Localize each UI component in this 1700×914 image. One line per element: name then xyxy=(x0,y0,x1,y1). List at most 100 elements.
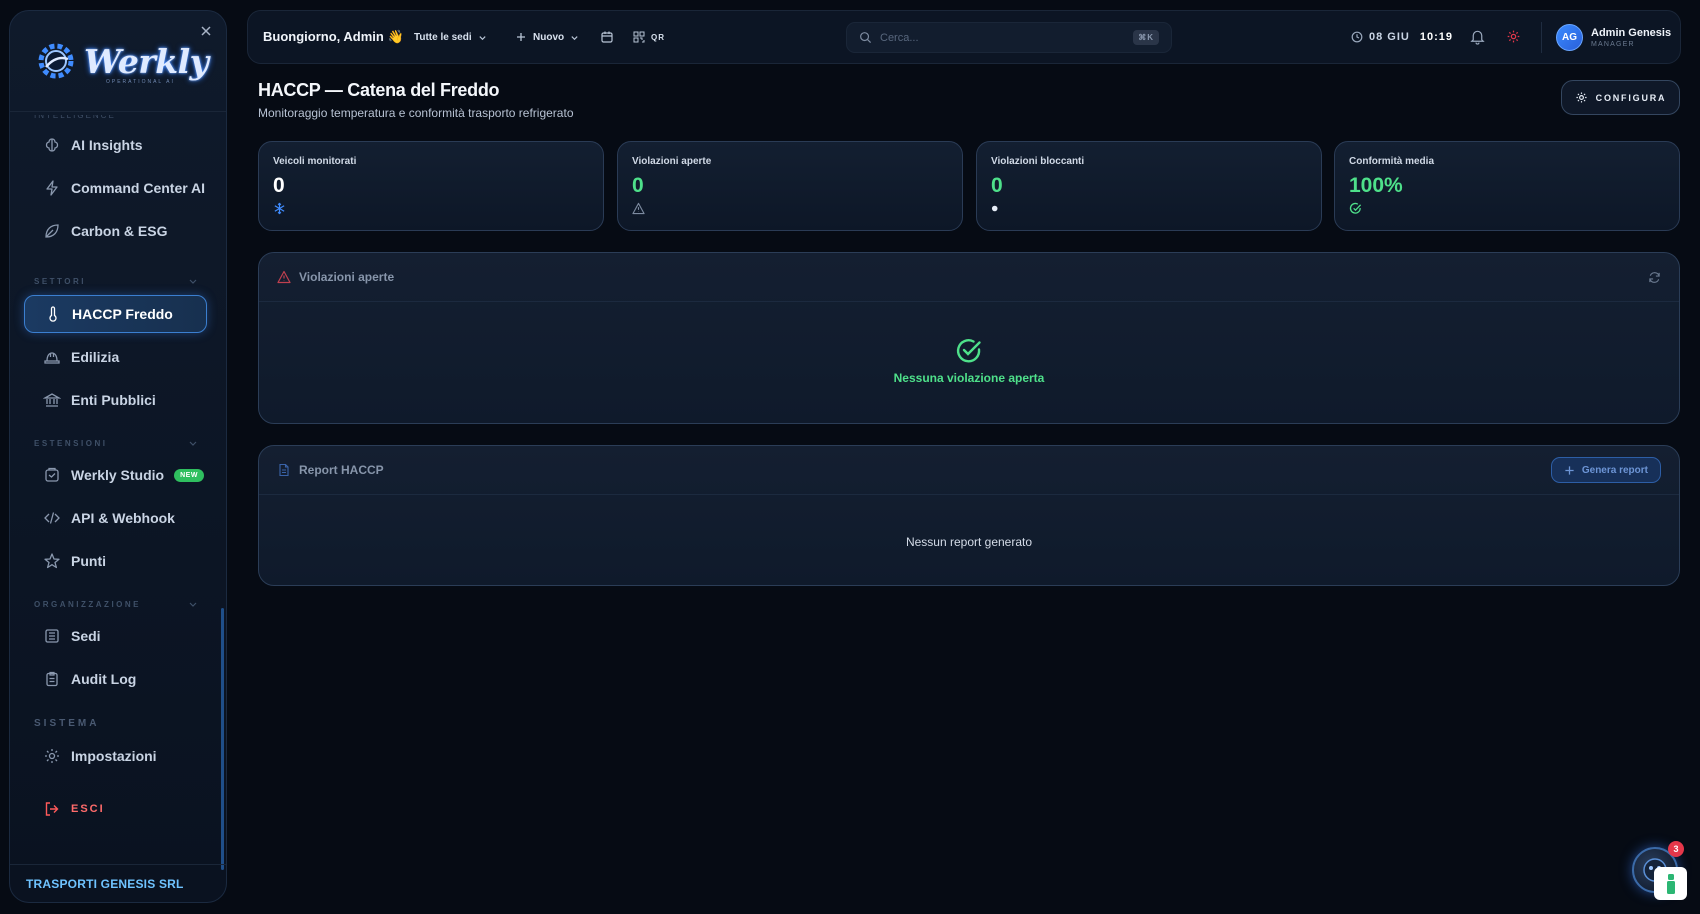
new-badge: NEW xyxy=(174,468,204,482)
sidebar-item-label: Werkly Studio xyxy=(71,467,165,483)
sidebar-item-enti-pubblici[interactable]: Enti Pubblici xyxy=(24,381,207,419)
logo-subtitle: OPERATIONAL AI xyxy=(106,79,175,85)
werkly-logo[interactable]: Werkly xyxy=(32,37,209,85)
extension-widget[interactable] xyxy=(1654,867,1687,900)
settings-gear-icon[interactable] xyxy=(1506,29,1521,44)
stat-card-compliance: Conformità media 100% xyxy=(1334,141,1680,231)
sidebar-item-label: Audit Log xyxy=(71,671,137,687)
section-label-estensioni[interactable]: ESTENSIONI xyxy=(34,438,198,448)
chevron-down-icon xyxy=(478,35,486,40)
section-label-text: ESTENSIONI xyxy=(34,438,108,448)
studio-icon xyxy=(45,467,59,482)
configure-button[interactable]: CONFIGURA xyxy=(1561,80,1680,115)
star-icon xyxy=(44,553,60,569)
stat-value: 100% xyxy=(1349,174,1403,197)
sidebar-item-label: Enti Pubblici xyxy=(71,392,156,408)
date-label: 08 GIU xyxy=(1369,31,1410,43)
stat-label: Veicoli monitorati xyxy=(273,156,357,167)
landmark-icon xyxy=(43,393,61,407)
report-panel: Report HACCP Genera report Nessun report… xyxy=(258,445,1680,586)
page-title: HACCP — Catena del Freddo xyxy=(258,80,500,100)
sidebar-item-label: Punti xyxy=(71,553,106,569)
section-label-text: SETTORI xyxy=(34,276,87,286)
new-button[interactable]: Nuovo xyxy=(515,31,579,43)
stat-card-open-violations: Violazioni aperte 0 xyxy=(617,141,963,231)
building-icon xyxy=(45,629,59,643)
panel-header: Report HACCP Genera report xyxy=(259,446,1679,495)
section-label-sistema: SISTEMA xyxy=(34,718,198,729)
sidebar-item-carbon-esg[interactable]: Carbon & ESG xyxy=(24,212,207,250)
sidebar-item-haccp-freddo[interactable]: HACCP Freddo xyxy=(24,295,207,333)
stat-value: 0 xyxy=(632,174,644,197)
logout-label: ESCI xyxy=(71,803,105,815)
refresh-icon[interactable] xyxy=(1648,271,1661,284)
chevron-down-icon xyxy=(571,35,578,40)
search-box[interactable]: ⌘K xyxy=(846,22,1172,53)
stat-card-vehicles: Veicoli monitorati 0 xyxy=(258,141,604,231)
sidebar-item-label: Edilizia xyxy=(71,349,120,365)
snowflake-icon xyxy=(274,202,285,215)
qr-button[interactable]: QR xyxy=(633,31,665,43)
location-select-value: Tutte le sedi xyxy=(414,31,472,43)
greeting: Buongiorno, Admin 👋 xyxy=(263,29,404,44)
check-circle-icon xyxy=(956,339,981,363)
thermometer-icon xyxy=(49,306,57,322)
empty-state-text: Nessun report generato xyxy=(905,535,1033,549)
section-label-settori[interactable]: SETTORI xyxy=(34,276,198,286)
gear-icon xyxy=(45,749,59,763)
topbar: Buongiorno, Admin 👋 Tutte le sedi Nuovo … xyxy=(247,10,1681,64)
gear-icon xyxy=(1576,92,1587,103)
sidebar-item-edilizia[interactable]: Edilizia xyxy=(24,338,207,376)
empty-state-text: Nessuna violazione aperta xyxy=(893,371,1045,385)
close-icon[interactable] xyxy=(198,23,214,39)
sidebar-item-label: Sedi xyxy=(71,628,101,644)
stat-label: Conformità media xyxy=(1349,156,1435,167)
sidebar-item-sedi[interactable]: Sedi xyxy=(24,617,207,655)
section-label-intelligence: INTELLIGENCE xyxy=(34,115,116,120)
sidebar-item-punti[interactable]: Punti xyxy=(24,542,207,580)
date-time: 08 GIU 10:19 xyxy=(1351,31,1453,43)
notification-badge: 3 xyxy=(1668,841,1684,857)
stat-value: 0 xyxy=(273,174,285,197)
bell-icon[interactable] xyxy=(1469,28,1486,45)
sidebar-item-ai-insights[interactable]: AI Insights xyxy=(24,126,207,164)
sidebar-scrollbar[interactable] xyxy=(221,608,224,870)
stat-label: Violazioni bloccanti xyxy=(991,156,1085,167)
location-select[interactable]: Tutte le sedi xyxy=(414,32,487,43)
check-circle-icon xyxy=(1349,202,1362,214)
section-label-organizzazione[interactable]: ORGANIZZAZIONE xyxy=(34,599,198,609)
empty-state: Nessuna violazione aperta xyxy=(259,337,1679,385)
hardhat-icon xyxy=(44,352,60,364)
person-icon xyxy=(1666,873,1675,894)
warning-icon xyxy=(277,270,291,284)
sidebar-item-label: Carbon & ESG xyxy=(71,223,168,239)
search-input[interactable] xyxy=(880,31,1126,44)
chevron-down-icon xyxy=(189,279,197,284)
stat-label: Violazioni aperte xyxy=(632,156,712,167)
bolt-icon xyxy=(46,180,58,196)
stat-card-blocking-violations: Violazioni bloccanti 0 xyxy=(976,141,1322,231)
user-menu[interactable]: AG Admin Genesis MANAGER xyxy=(1556,23,1671,51)
gear-logo-icon xyxy=(38,43,74,79)
logo-text: Werkly xyxy=(84,41,209,81)
sidebar: Werkly OPERATIONAL AI INTELLIGENCE AI In… xyxy=(9,10,227,903)
topbar-divider xyxy=(1541,22,1542,53)
sidebar-item-command-center[interactable]: Command Center AI xyxy=(24,169,207,207)
sidebar-item-impostazioni[interactable]: Impostazioni xyxy=(24,737,207,775)
sidebar-item-api-webhook[interactable]: API & Webhook xyxy=(24,499,207,537)
violations-panel: Violazioni aperte Nessuna violazione ape… xyxy=(258,252,1680,424)
sidebar-item-audit-log[interactable]: Audit Log xyxy=(24,660,207,698)
page-subtitle: Monitoraggio temperatura e conformità tr… xyxy=(258,106,574,120)
search-shortcut: ⌘K xyxy=(1133,30,1159,45)
warning-icon xyxy=(632,202,645,215)
configure-label: CONFIGURA xyxy=(1595,92,1667,103)
dot-icon xyxy=(991,205,998,212)
sidebar-item-werkly-studio[interactable]: Werkly Studio NEW xyxy=(24,456,207,494)
calendar-button[interactable] xyxy=(600,30,614,44)
panel-header: Violazioni aperte xyxy=(259,253,1679,302)
plus-icon xyxy=(517,33,525,41)
document-icon xyxy=(279,463,289,477)
generate-report-button[interactable]: Genera report xyxy=(1550,457,1661,483)
user-info: Admin Genesis MANAGER xyxy=(1591,27,1671,48)
logout-button[interactable]: ESCI xyxy=(24,790,207,828)
